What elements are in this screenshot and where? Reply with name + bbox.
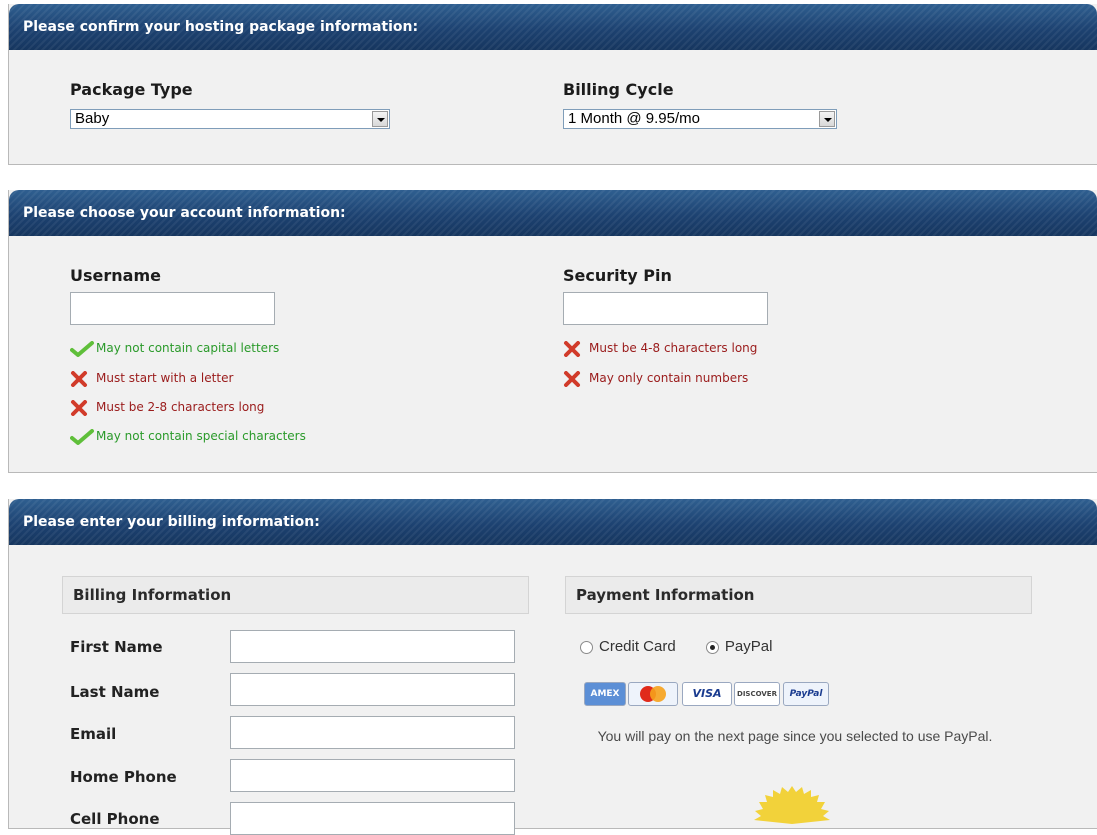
billing-cycle-select[interactable]: 1 Month @ 9.95/mo [563, 109, 837, 129]
mastercard-logo [628, 682, 678, 706]
username-rule: May not contain special characters [70, 427, 306, 445]
email-label: Email [70, 725, 117, 743]
package-type-value: Baby [75, 110, 110, 127]
chevron-down-icon[interactable] [372, 111, 388, 127]
security-pin-rule: May only contain numbers [563, 369, 748, 387]
last-name-label: Last Name [70, 683, 160, 701]
billing-cycle-value: 1 Month @ 9.95/mo [568, 110, 700, 127]
username-rule: May not contain capital letters [70, 339, 279, 357]
payment-method-options: Credit Card PayPal [580, 638, 772, 655]
seal-icon [754, 786, 830, 824]
account-info-header: Please choose your account information: [9, 190, 1097, 236]
package-type-label: Package Type [70, 80, 193, 99]
first-name-input[interactable] [230, 630, 515, 663]
radio-checked-icon[interactable] [705, 640, 719, 654]
payment-information-subheader: Payment Information [565, 576, 1032, 614]
chevron-down-icon[interactable] [819, 111, 835, 127]
mastercard-icon [640, 686, 666, 702]
discover-card-logo: DISCOVER [734, 682, 780, 706]
username-input[interactable] [70, 292, 275, 325]
security-pin-label: Security Pin [563, 266, 672, 285]
cell-phone-label: Cell Phone [70, 810, 160, 828]
check-icon [70, 428, 94, 445]
paypal-option[interactable]: PayPal [705, 638, 772, 655]
email-input[interactable] [230, 716, 515, 749]
billing-cycle-label: Billing Cycle [563, 80, 674, 99]
amex-card-logo: AMEX [584, 682, 626, 706]
home-phone-label: Home Phone [70, 768, 177, 786]
username-rule: Must be 2-8 characters long [70, 398, 264, 416]
credit-card-option[interactable]: Credit Card [580, 638, 680, 655]
security-pin-rule: Must be 4-8 characters long [563, 339, 757, 357]
last-name-input[interactable] [230, 673, 515, 706]
paypal-note: You will pay on the next page since you … [597, 728, 993, 744]
username-rule: Must start with a letter [70, 369, 233, 387]
x-icon [564, 340, 580, 357]
username-label: Username [70, 266, 161, 285]
x-icon [564, 370, 580, 387]
x-icon [71, 370, 87, 387]
security-pin-input[interactable] [563, 292, 768, 325]
first-name-label: First Name [70, 638, 163, 656]
home-phone-input[interactable] [230, 759, 515, 792]
cell-phone-input[interactable] [230, 802, 515, 835]
billing-information-subheader: Billing Information [62, 576, 529, 614]
package-type-select[interactable]: Baby [70, 109, 390, 129]
radio-icon[interactable] [580, 640, 593, 654]
visa-card-logo: VISA [682, 682, 732, 706]
billing-info-header: Please enter your billing information: [9, 499, 1097, 545]
paypal-card-logo: PayPal [783, 682, 829, 706]
x-icon [71, 399, 87, 416]
check-icon [70, 340, 94, 357]
hosting-package-header: Please confirm your hosting package info… [9, 4, 1097, 50]
